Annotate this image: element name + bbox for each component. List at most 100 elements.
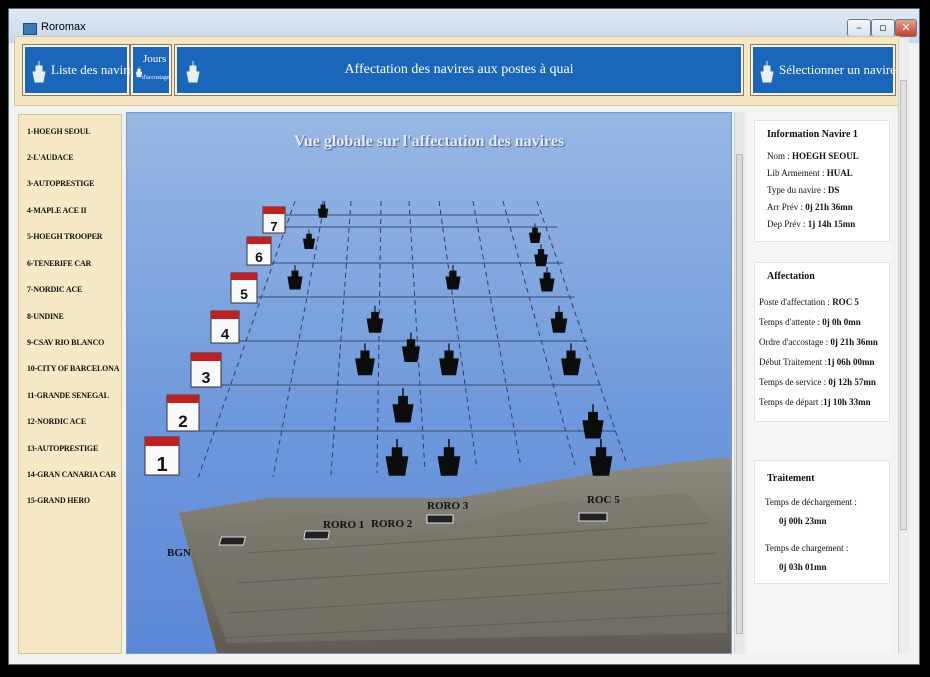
vessel-item[interactable]: 11-GRANDE SENEGAL: [27, 391, 109, 400]
vessel-item[interactable]: 9-CSAV RIO BLANCO: [27, 338, 104, 347]
info-panel: Information Navire 1 Nom : HOEGH SEOUL L…: [748, 112, 892, 654]
type-value: DS: [827, 185, 840, 195]
dep-label: Dep Prév :: [767, 219, 806, 229]
vessel-item[interactable]: 14-GRAN CANARIA CAR: [27, 470, 116, 479]
ship-icon: [589, 438, 613, 476]
day-label: 5: [240, 286, 248, 302]
berth-marker: [218, 536, 247, 546]
vessel-item[interactable]: 6-TENERIFE CAR: [27, 259, 91, 268]
vessel-item[interactable]: 13-AUTOPRESTIGE: [27, 444, 98, 453]
debut-label: Début Traitement :: [759, 357, 827, 367]
ship-icon: [437, 438, 461, 476]
vessel-info-title: Information Navire 1: [767, 129, 858, 140]
select-vessel-button[interactable]: Sélectionner un navire: [750, 44, 896, 96]
day-label: 4: [221, 326, 230, 343]
window-scrollbar[interactable]: [898, 38, 909, 654]
ship-icon: [760, 61, 774, 83]
service-label: Temps de service :: [759, 377, 827, 387]
maximize-button[interactable]: ▫: [871, 19, 895, 37]
berth-label: ROC 5: [587, 494, 620, 506]
affectation-box: Affectation Poste d'affectation : ROC 5 …: [754, 262, 890, 422]
traitement-box: Traitement Temps de déchargement : 0j 00…: [754, 460, 890, 584]
vessel-item[interactable]: 8-UNDINE: [27, 312, 64, 321]
scroll-thumb[interactable]: [900, 80, 907, 530]
dechargement-label: Temps de déchargement :: [765, 497, 857, 507]
ship-icon: [302, 228, 316, 250]
vessel-item[interactable]: 3-AUTOPRESTIGE: [27, 179, 94, 188]
name-value: HOEGH SEOUL: [792, 151, 859, 161]
vessel-item[interactable]: 4-MAPLE ACE II: [27, 206, 87, 215]
ship-icon: [529, 222, 541, 244]
ship-icon: [582, 403, 604, 439]
ship-icon: [287, 264, 303, 290]
berth-label: BGN: [167, 547, 191, 559]
berth-marker: [578, 512, 608, 522]
vessel-item[interactable]: 5-HOEGH TROOPER: [27, 232, 103, 241]
app-icon: [23, 23, 37, 35]
vessel-item[interactable]: 15-GRAND HERO: [27, 496, 90, 505]
arr-value: 0j 21h 36mn: [805, 202, 853, 212]
ordre-label: Ordre d'accostage :: [759, 337, 829, 347]
dechargement-value: 0j 00h 23mn: [779, 516, 827, 526]
vessels-list-label: Liste des navires: [51, 62, 139, 77]
berth-label: RORO 2: [371, 518, 413, 530]
debut-value: 1j 06h 00mn: [827, 357, 875, 367]
vessels-list-button[interactable]: Liste des navires: [22, 44, 138, 96]
day-label: 7: [270, 219, 277, 234]
ordre-value: 0j 21h 36mn: [830, 337, 878, 347]
day-label: 3: [202, 370, 211, 387]
close-button[interactable]: ✕: [895, 19, 917, 37]
chargement-value: 0j 03h 01mn: [779, 562, 827, 572]
armement-value: HUAL: [826, 168, 853, 178]
vessel-item[interactable]: 12-NORDIC ACE: [27, 417, 86, 426]
berth-allocation-view: Vue globale sur l'affectation des navire…: [126, 112, 732, 654]
ship-icon: [385, 438, 409, 476]
vessel-item[interactable]: 10-CITY OF BARCELONA: [27, 364, 120, 373]
header-banner: Affectation des navires aux postes à qua…: [174, 44, 744, 96]
depart-label: Temps de départ :: [759, 397, 824, 407]
berth-grid: 7 6 5 4 3 2 1 BGN RORO 1 RORO 2 RORO 3 R…: [144, 200, 731, 653]
scroll-thumb[interactable]: [736, 154, 743, 634]
traitement-title: Traitement: [767, 473, 815, 484]
arr-label: Arr Prév :: [767, 202, 803, 212]
affectation-title: Affectation: [767, 271, 815, 282]
vessel-item[interactable]: 1-HOEGH SEOUL: [27, 127, 91, 136]
berth-days-label: Jours: [143, 53, 167, 65]
berth-days-button[interactable]: Jours d'accostage: [130, 44, 172, 96]
header-title: Affectation des navires aux postes à qua…: [344, 62, 574, 77]
type-label: Type du navire :: [767, 185, 826, 195]
vessel-markers: [287, 200, 613, 476]
ship-icon: [439, 342, 459, 376]
service-value: 0j 12h 57mn: [828, 377, 876, 387]
poste-value: ROC 5: [832, 297, 859, 307]
poste-label: Poste d'affectation :: [759, 297, 830, 307]
ship-icon: [366, 305, 384, 333]
day-label: 6: [255, 249, 263, 265]
chargement-label: Temps de chargement :: [765, 543, 849, 553]
day-label: 2: [178, 412, 187, 431]
attente-label: Temps d'attente :: [759, 317, 820, 327]
berth-marker: [426, 514, 454, 524]
ship-icon: [32, 61, 46, 83]
ship-icon: [539, 266, 555, 292]
ship-icon: [355, 342, 375, 376]
name-label: Nom :: [767, 151, 790, 161]
select-vessel-label: Sélectionner un navire: [779, 62, 896, 77]
toolbar: Liste des navires Jours d'accostage Affe…: [14, 36, 900, 106]
attente-value: 0j 0h 0mn: [822, 317, 861, 327]
armement-label: Lib Armement :: [767, 168, 825, 178]
minimize-button[interactable]: –: [847, 19, 871, 37]
vessel-info-box: Information Navire 1 Nom : HOEGH SEOUL L…: [754, 120, 890, 242]
vessel-item[interactable]: 7-NORDIC ACE: [27, 285, 82, 294]
ship-icon: [445, 264, 461, 290]
berth-marker: [303, 530, 330, 540]
vessel-list: 1-HOEGH SEOUL 2-L'AUDACE 3-AUTOPRESTIGE …: [18, 114, 122, 654]
ship-icon: [534, 243, 548, 267]
vessel-item[interactable]: 2-L'AUDACE: [27, 153, 74, 162]
berth-label: RORO 1: [323, 519, 364, 531]
map-scrollbar[interactable]: [734, 112, 745, 654]
day-label: 1: [156, 454, 167, 476]
window-title: Roromax: [41, 21, 86, 33]
ship-icon: [550, 305, 568, 333]
berth-label: RORO 3: [427, 500, 469, 512]
